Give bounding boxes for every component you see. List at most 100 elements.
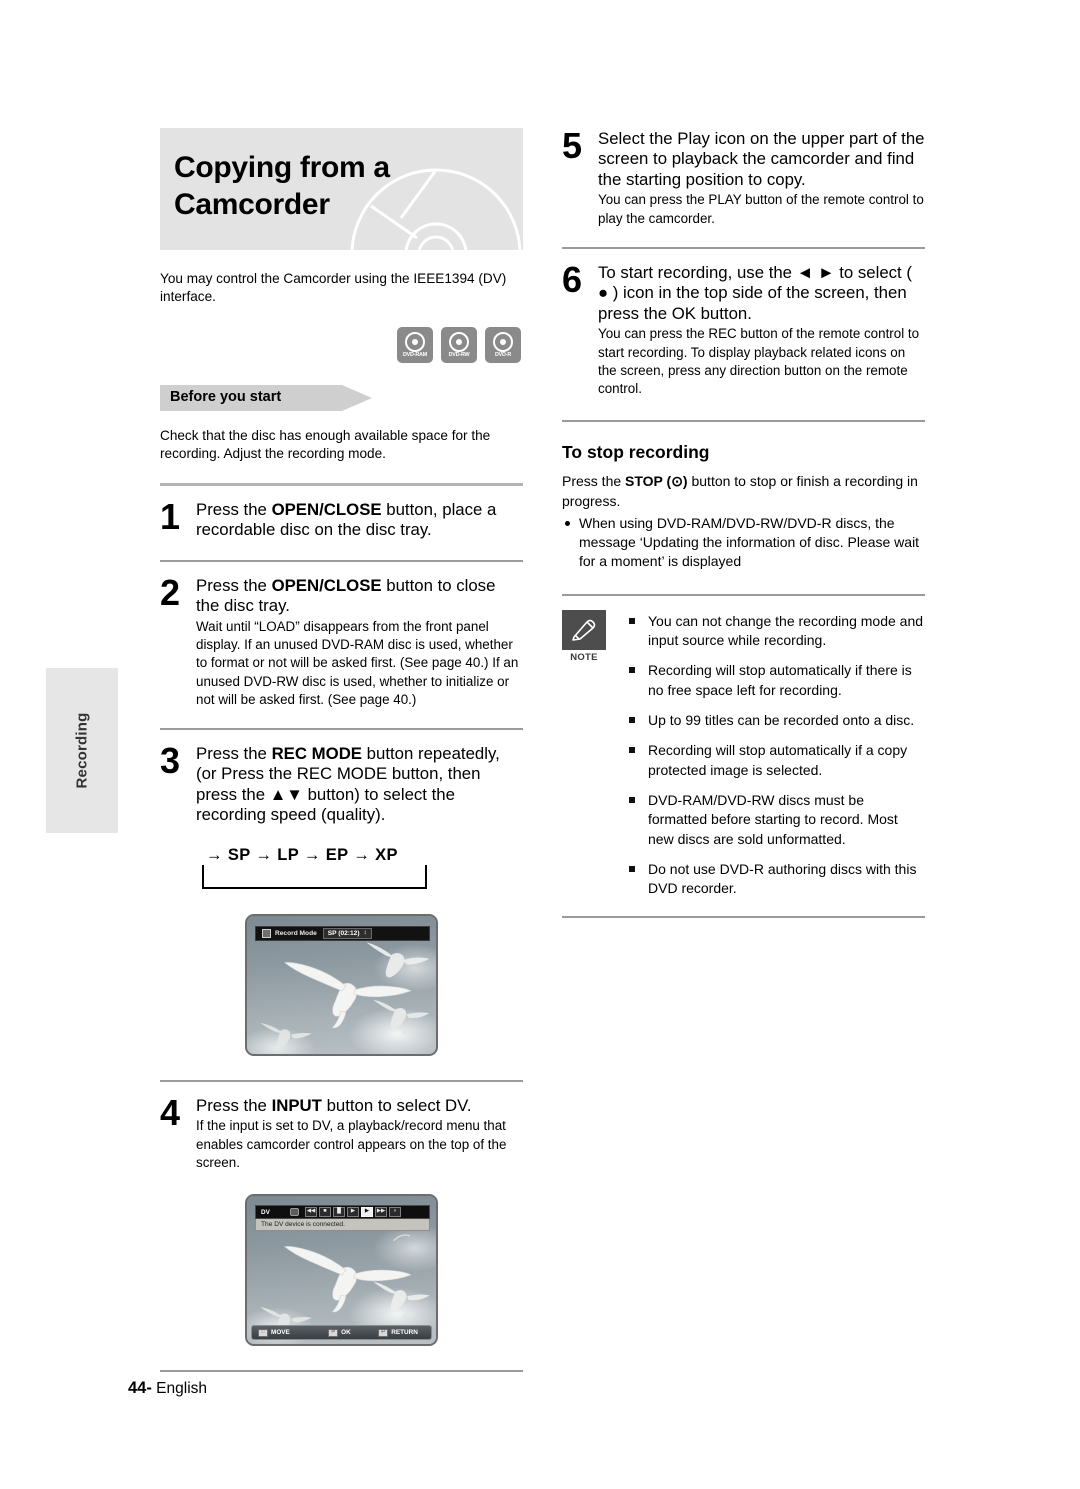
list-item: Do not use DVD-R authoring discs with th… xyxy=(626,860,925,899)
dpad-icon: ∷ xyxy=(258,1328,268,1337)
disc-icon xyxy=(493,331,513,352)
step-sub: You can press the PLAY button of the rem… xyxy=(598,192,924,226)
page-number: 44- xyxy=(128,1379,152,1397)
dv-source-label: DV xyxy=(261,1208,270,1216)
divider xyxy=(160,1079,523,1082)
step-5: 5 Select the Play icon on the upper part… xyxy=(562,128,925,228)
step-lead-post: button to select DV. xyxy=(321,1095,472,1115)
osd-dv-bar: DV ◀◀ ■ ▐▌ ▶ ▶ ▶▶ ● The DV device is con… xyxy=(255,1205,430,1232)
step-lead-bold: OPEN/CLOSE xyxy=(271,575,382,595)
divider xyxy=(562,915,925,918)
slow-play-icon[interactable]: ▶ xyxy=(347,1207,359,1218)
rewind-icon[interactable]: ◀◀ xyxy=(305,1207,317,1218)
divider xyxy=(562,246,925,249)
osd-label: Record Mode xyxy=(275,929,317,937)
step-lead-pre: Press the xyxy=(196,575,272,595)
step-lead: Press the REC MODE button repeatedly, (o… xyxy=(196,744,523,826)
enter-key-icon: ⏎ xyxy=(328,1328,339,1337)
stop-recording-body: Press the STOP (⊙) button to stop or fin… xyxy=(562,472,925,572)
before-you-start-body: Check that the disc has enough available… xyxy=(160,427,491,462)
list-item: Up to 99 titles can be recorded onto a d… xyxy=(626,711,925,730)
step-lead-bold: OPEN/CLOSE xyxy=(271,499,382,519)
step-sub: You can press the REC button of the remo… xyxy=(598,326,920,396)
step-1: 1 Press the OPEN/CLOSE button, place a r… xyxy=(160,498,523,541)
nav-move[interactable]: ∷ MOVE xyxy=(258,1328,328,1337)
fast-forward-icon[interactable]: ▶▶ xyxy=(375,1207,387,1218)
play-icon[interactable]: ▶ xyxy=(361,1207,373,1218)
step-sub: If the input is set to DV, a playback/re… xyxy=(196,1118,507,1170)
step-lead: Press the OPEN/CLOSE button, place a rec… xyxy=(196,500,523,541)
list-item: When using DVD-RAM/DVD-RW/DVD-R discs, t… xyxy=(562,514,925,572)
page-language: English xyxy=(156,1380,208,1397)
record-icon[interactable]: ● xyxy=(389,1207,401,1218)
nav-return-label: RETURN xyxy=(391,1329,418,1337)
page-title: Copying from a Camcorder xyxy=(160,128,523,224)
step-lead-pre: Press the xyxy=(196,743,272,763)
tape-icon xyxy=(290,1208,299,1217)
rec-mode-cycle-label: → SP → LP → EP → XP xyxy=(206,845,398,864)
badge-dvd-ram: DVD-RAM xyxy=(397,326,433,363)
step-lead-pre: Press the xyxy=(196,499,272,519)
rec-mode-cycle-diagram: → SP → LP → EP → XP xyxy=(198,846,430,892)
note-icon-group: NOTE xyxy=(562,609,626,910)
pause-icon[interactable]: ▐▌ xyxy=(333,1207,345,1218)
step-number: 3 xyxy=(160,739,181,781)
right-column: 5 Select the Play icon on the upper part… xyxy=(562,128,925,918)
before-you-start-heading: Before you start xyxy=(170,388,282,405)
rec-mode-cycle-loop xyxy=(202,864,427,889)
note-items: You can not change the recording mode an… xyxy=(626,610,925,910)
page-content: Copying from a Camcorder You may control… xyxy=(0,0,1080,1489)
page-title-line2: Camcorder xyxy=(174,187,330,221)
divider xyxy=(160,559,523,562)
nav-ok-label: OK xyxy=(341,1329,351,1337)
stop-line-pre: Press the xyxy=(562,473,626,490)
list-item: Recording will stop automatically if the… xyxy=(626,661,925,700)
dv-status-message: The DV device is connected. xyxy=(255,1219,430,1232)
disc-icon xyxy=(449,331,469,352)
screenshot-record-mode: Record Mode SP (02:12) ↕ xyxy=(245,913,438,1056)
step-number: 2 xyxy=(160,571,181,613)
page-title-line1: Copying from a xyxy=(174,151,390,184)
osd-value-field[interactable]: SP (02:12) ↕ xyxy=(322,927,372,939)
intro-paragraph: You may control the Camcorder using the … xyxy=(160,271,507,305)
disc-compatibility-badges: DVD-RAM DVD-RW DVD-R xyxy=(160,326,523,363)
step-number: 6 xyxy=(562,258,583,300)
list-item: You can not change the recording mode an… xyxy=(626,612,925,651)
step-sub: Wait until “LOAD” disappears from the fr… xyxy=(196,618,519,707)
nav-ok[interactable]: ⏎ OK xyxy=(328,1328,378,1337)
stop-recording-heading: To stop recording xyxy=(562,442,710,463)
osd-record-mode-bar: Record Mode SP (02:12) ↕ xyxy=(255,925,430,941)
nav-move-label: MOVE xyxy=(271,1329,290,1337)
badge-label: DVD-RW xyxy=(448,351,470,358)
step-2: 2 Press the OPEN/CLOSE button to close t… xyxy=(160,571,523,709)
list-item: DVD-RAM/DVD-RW discs must be formatted b… xyxy=(626,791,925,849)
chevron-up-down-icon[interactable]: ↕ xyxy=(364,930,367,937)
divider xyxy=(562,420,925,423)
badge-dvd-rw: DVD-RW xyxy=(441,326,477,363)
pencil-icon xyxy=(562,609,606,650)
step-lead: Press the OPEN/CLOSE button to close the… xyxy=(196,576,523,617)
badge-label: DVD-RAM xyxy=(402,351,428,358)
note-block: NOTE You can not change the recording mo… xyxy=(562,609,925,910)
page-footer: 44- English xyxy=(128,1379,207,1398)
step-4: 4 Press the INPUT button to select DV. I… xyxy=(160,1091,523,1172)
osd-value: SP (02:12) xyxy=(327,929,360,937)
record-mode-icon xyxy=(262,928,271,938)
note-caption: NOTE xyxy=(570,651,598,663)
badge-label: DVD-R xyxy=(494,351,512,358)
dv-transport-row: DV ◀◀ ■ ▐▌ ▶ ▶ ▶▶ ● xyxy=(255,1205,430,1220)
step-lead-pre: Press the xyxy=(196,1095,272,1115)
screenshot-dv-menu: DV ◀◀ ■ ▐▌ ▶ ▶ ▶▶ ● The DV device is con… xyxy=(245,1194,438,1347)
disc-icon xyxy=(405,331,425,352)
step-lead-bold: REC MODE xyxy=(271,743,362,763)
step-number: 4 xyxy=(160,1091,181,1133)
step-lead: Select the Play icon on the upper part o… xyxy=(598,129,925,189)
step-3: 3 Press the REC MODE button repeatedly, … xyxy=(160,739,523,826)
badge-dvd-r: DVD-R xyxy=(485,326,521,363)
before-you-start-banner: Before you start xyxy=(160,384,372,411)
return-key-icon: ↩ xyxy=(378,1328,389,1337)
stop-icon[interactable]: ■ xyxy=(319,1207,331,1218)
divider xyxy=(160,727,523,730)
nav-return[interactable]: ↩ RETURN xyxy=(378,1328,418,1337)
step-lead-bold: INPUT xyxy=(271,1095,322,1115)
